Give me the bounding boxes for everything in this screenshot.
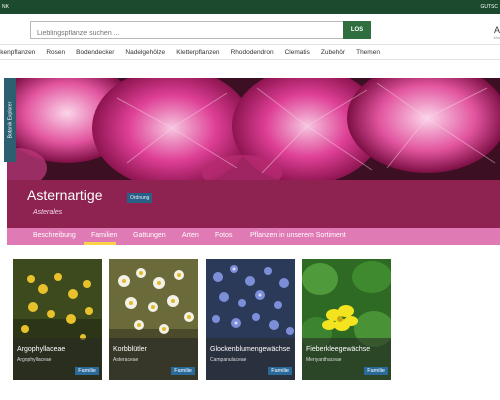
family-name: Argophyllaceae: [17, 346, 66, 353]
nav-item[interactable]: Zubehör: [321, 49, 345, 56]
family-badge: Familie: [364, 367, 388, 375]
account-link[interactable]: A Mei: [488, 25, 500, 41]
site-header: LOS A Mei: [0, 14, 500, 44]
nav-item[interactable]: Rosen: [46, 49, 65, 56]
rank-badge: Ordnung: [127, 193, 153, 203]
top-bar-left-text[interactable]: NK: [2, 4, 9, 10]
family-name: Korbblütler: [113, 346, 147, 353]
account-sub: Mei: [493, 35, 500, 40]
main-navigation: ckenpflanzen Rosen Bodendecker Nadelgehö…: [0, 44, 500, 60]
family-badge: Familie: [268, 367, 292, 375]
family-name: Fieberkleegewächse: [306, 346, 371, 353]
family-latin: Asteraceae: [113, 357, 139, 363]
latin-name: Asterales: [33, 209, 63, 216]
top-bar-right-text[interactable]: GUTSC: [481, 4, 499, 10]
page-title: Asternartige: [27, 187, 103, 203]
nav-item[interactable]: Themen: [356, 49, 380, 56]
family-name: Glockenblumengewächse: [210, 346, 291, 353]
family-card[interactable]: Korbblütler Asteraceae Familie: [109, 259, 198, 380]
family-card[interactable]: Glockenblumengewächse Campanulaceae Fami…: [206, 259, 295, 380]
tab-pflanzen-im-sortiment[interactable]: Pflanzen in unserem Sortiment: [250, 232, 346, 239]
nav-item[interactable]: Clematis: [285, 49, 310, 56]
botanik-explorer-tab[interactable]: Botanik Explorer: [4, 78, 16, 162]
tab-familien[interactable]: Familien: [91, 232, 117, 239]
family-badge: Familie: [75, 367, 99, 375]
search-input[interactable]: [31, 25, 343, 42]
tab-fotos[interactable]: Fotos: [215, 232, 233, 239]
family-card[interactable]: Fieberkleegewächse Menyanthaceae Familie: [302, 259, 391, 380]
top-bar: NK GUTSC: [0, 0, 500, 14]
nav-item[interactable]: Rhododendron: [231, 49, 274, 56]
family-card[interactable]: Argophyllaceae Argophyllaceae Familie: [13, 259, 102, 380]
tab-gattungen[interactable]: Gattungen: [133, 232, 166, 239]
active-tab-indicator: [84, 242, 116, 245]
tab-bar: Beschreibung Familien Gattungen Arten Fo…: [7, 228, 500, 245]
nav-item[interactable]: Bodendecker: [76, 49, 114, 56]
tab-arten[interactable]: Arten: [182, 232, 199, 239]
family-latin: Argophyllaceae: [17, 357, 52, 363]
explorer-label: Botanik Explorer: [7, 101, 13, 139]
nav-item[interactable]: Nadelgehölze: [125, 49, 165, 56]
search-box[interactable]: [30, 21, 344, 42]
nav-item[interactable]: ckenpflanzen: [0, 49, 35, 56]
family-badge: Familie: [171, 367, 195, 375]
family-latin: Campanulaceae: [210, 357, 247, 363]
family-latin: Menyanthaceae: [306, 357, 342, 363]
tab-beschreibung[interactable]: Beschreibung: [33, 232, 76, 239]
hero-image: [7, 78, 500, 180]
search-button[interactable]: LOS: [343, 21, 371, 39]
nav-item[interactable]: Kletterpflanzen: [176, 49, 219, 56]
account-initial: A: [493, 25, 500, 35]
